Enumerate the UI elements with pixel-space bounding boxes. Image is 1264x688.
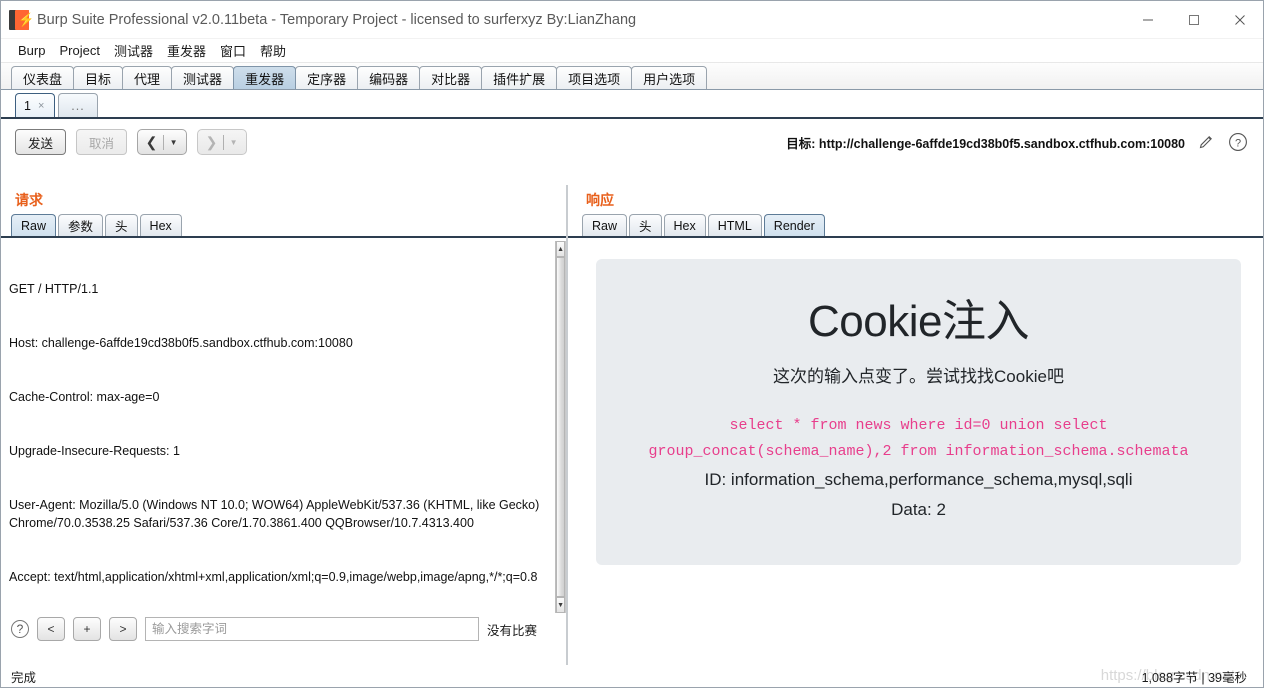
request-line: Upgrade-Insecure-Requests: 1 [9, 444, 180, 458]
rendered-sql-line-1: select * from news where id=0 union sele… [729, 416, 1108, 434]
scroll-down-icon[interactable]: ▼ [556, 597, 565, 613]
search-match-count: 没有比赛 [486, 623, 537, 638]
question-mark-icon[interactable]: ? [11, 620, 29, 638]
response-tab-row: Raw 头 Hex HTML Render [568, 214, 1263, 238]
response-title: 响应 [586, 192, 614, 208]
search-add-button[interactable]: + [73, 617, 101, 641]
response-size-time: 1,088字节 | 39毫秒 [1141, 671, 1247, 685]
menu-bar: Burp Project 测试器 重发器 窗口 帮助 [1, 39, 1263, 63]
tab-sequencer[interactable]: 定序器 [295, 66, 359, 89]
tab-proxy[interactable]: 代理 [122, 66, 173, 89]
back-button[interactable]: ❮ ▼ [137, 129, 188, 155]
status-text: 完成 [11, 671, 37, 685]
scrollbar-thumb[interactable] [556, 257, 565, 597]
request-raw-editor[interactable]: GET / HTTP/1.1 Host: challenge-6affde19c… [3, 241, 566, 613]
repeater-tab-label: 1 [24, 98, 31, 113]
response-tab-hex[interactable]: Hex [663, 214, 706, 236]
request-tab-params[interactable]: 参数 [58, 214, 104, 236]
tab-decoder[interactable]: 编码器 [357, 66, 421, 89]
request-line: Host: challenge-6affde19cd38b0f5.sandbox… [9, 336, 353, 350]
request-tab-row: Raw 参数 头 Hex [1, 214, 566, 238]
request-raw-text[interactable]: GET / HTTP/1.1 Host: challenge-6affde19c… [3, 241, 555, 613]
title-bar: ⚡ Burp Suite Professional v2.0.11beta - … [1, 1, 1263, 39]
response-render-view: Cookie注入 这次的输入点变了。尝试找找Cookie吧 select * f… [568, 241, 1263, 665]
request-pane: 请求 Raw 参数 头 Hex GET / HTTP/1.1 Host: cha… [1, 185, 566, 665]
menu-item-repeater[interactable]: 重发器 [160, 39, 213, 62]
request-line: Cache-Control: max-age=0 [9, 390, 160, 404]
rendered-lead: 这次的输入点变了。尝试找找Cookie吧 [773, 366, 1064, 386]
svg-text:?: ? [1235, 137, 1241, 149]
scroll-up-icon[interactable]: ▲ [556, 241, 565, 257]
menu-item-window[interactable]: 窗口 [213, 39, 253, 62]
request-tab-raw[interactable]: Raw [11, 214, 57, 236]
response-tab-render[interactable]: Render [763, 214, 825, 236]
request-title: 请求 [15, 192, 43, 208]
request-vertical-scrollbar[interactable]: ▲ ▼ [555, 241, 565, 613]
request-tab-hex[interactable]: Hex [139, 214, 182, 236]
tab-extender[interactable]: 插件扩展 [481, 66, 558, 89]
repeater-toolbar: 发送 取消 ❮ ▼ ❯ ▼ 目标: http://challenge-6affd… [1, 119, 1263, 165]
target-area: 目标: http://challenge-6affde19cd38b0f5.sa… [786, 119, 1249, 165]
tab-target[interactable]: 目标 [73, 66, 124, 89]
response-tab-headers[interactable]: 头 [629, 214, 662, 236]
burp-suite-window: ⚡ Burp Suite Professional v2.0.11beta - … [0, 0, 1264, 688]
request-line: Accept: text/html,application/xhtml+xml,… [9, 570, 538, 584]
main-tab-bar: 仪表盘 目标 代理 测试器 重发器 定序器 编码器 对比器 插件扩展 项目选项 … [1, 63, 1263, 90]
menu-item-intruder[interactable]: 测试器 [107, 39, 160, 62]
response-tab-html[interactable]: HTML [707, 214, 762, 236]
tab-project-options[interactable]: 项目选项 [556, 66, 633, 89]
tab-dashboard[interactable]: 仪表盘 [11, 66, 75, 89]
response-meta-area: https://blog.csdn.net 1,088字节 | 39毫秒 [1101, 667, 1253, 686]
response-tab-raw[interactable]: Raw [582, 214, 628, 236]
cancel-button: 取消 [76, 129, 128, 155]
maximize-button[interactable] [1171, 1, 1217, 39]
burp-logo-icon: ⚡ [9, 9, 34, 30]
close-button[interactable] [1217, 1, 1263, 39]
minimize-button[interactable] [1125, 1, 1171, 39]
rendered-sql-line-2: group_concat(schema_name),2 from informa… [648, 442, 1189, 460]
close-icon[interactable]: × [38, 100, 44, 112]
question-mark-icon[interactable]: ? [1227, 131, 1249, 153]
chevron-down-icon: ▼ [169, 137, 178, 147]
chevron-left-icon: ❮ [145, 133, 158, 150]
window-controls [1125, 1, 1263, 39]
search-input[interactable] [145, 617, 479, 641]
response-pane: 响应 Raw 头 Hex HTML Render Cookie注入 这次的输入点… [568, 185, 1263, 665]
rendered-data-line: Data: 2 [891, 499, 946, 519]
window-title: Burp Suite Professional v2.0.11beta - Te… [37, 11, 637, 28]
repeater-tab-new[interactable]: ... [58, 93, 98, 117]
tab-repeater[interactable]: 重发器 [233, 66, 297, 89]
menu-item-help[interactable]: 帮助 [253, 39, 293, 62]
rendered-jumbotron: Cookie注入 这次的输入点变了。尝试找找Cookie吧 select * f… [596, 259, 1241, 565]
repeater-tab-1[interactable]: 1 × [15, 93, 55, 117]
request-response-panes: 请求 Raw 参数 头 Hex GET / HTTP/1.1 Host: cha… [1, 185, 1263, 665]
tab-comparer[interactable]: 对比器 [419, 66, 483, 89]
target-url-label: 目标: http://challenge-6affde19cd38b0f5.sa… [786, 136, 1185, 151]
forward-button: ❯ ▼ [197, 129, 248, 155]
send-button[interactable]: 发送 [15, 129, 67, 155]
rendered-heading: Cookie注入 [808, 297, 1029, 346]
menu-item-burp[interactable]: Burp [11, 41, 52, 60]
request-line: User-Agent: Mozilla/5.0 (Windows NT 10.0… [9, 498, 543, 530]
rendered-id-line: ID: information_schema,performance_schem… [704, 470, 1133, 490]
search-prev-button[interactable]: < [37, 617, 65, 641]
status-bar: 完成 https://blog.csdn.net 1,088字节 | 39毫秒 [1, 665, 1263, 687]
repeater-tab-strip: 1 × ... [1, 90, 1263, 119]
search-next-button[interactable]: > [109, 617, 137, 641]
chevron-down-icon: ▼ [229, 137, 238, 147]
request-search-bar: ? < + > 没有比赛 [3, 613, 549, 645]
menu-item-project[interactable]: Project [52, 41, 106, 60]
chevron-right-icon: ❯ [205, 133, 218, 150]
request-line: GET / HTTP/1.1 [9, 282, 99, 296]
tab-user-options[interactable]: 用户选项 [631, 66, 708, 89]
pencil-icon[interactable] [1195, 131, 1217, 153]
request-tab-headers[interactable]: 头 [105, 214, 138, 236]
tab-intruder[interactable]: 测试器 [171, 66, 235, 89]
